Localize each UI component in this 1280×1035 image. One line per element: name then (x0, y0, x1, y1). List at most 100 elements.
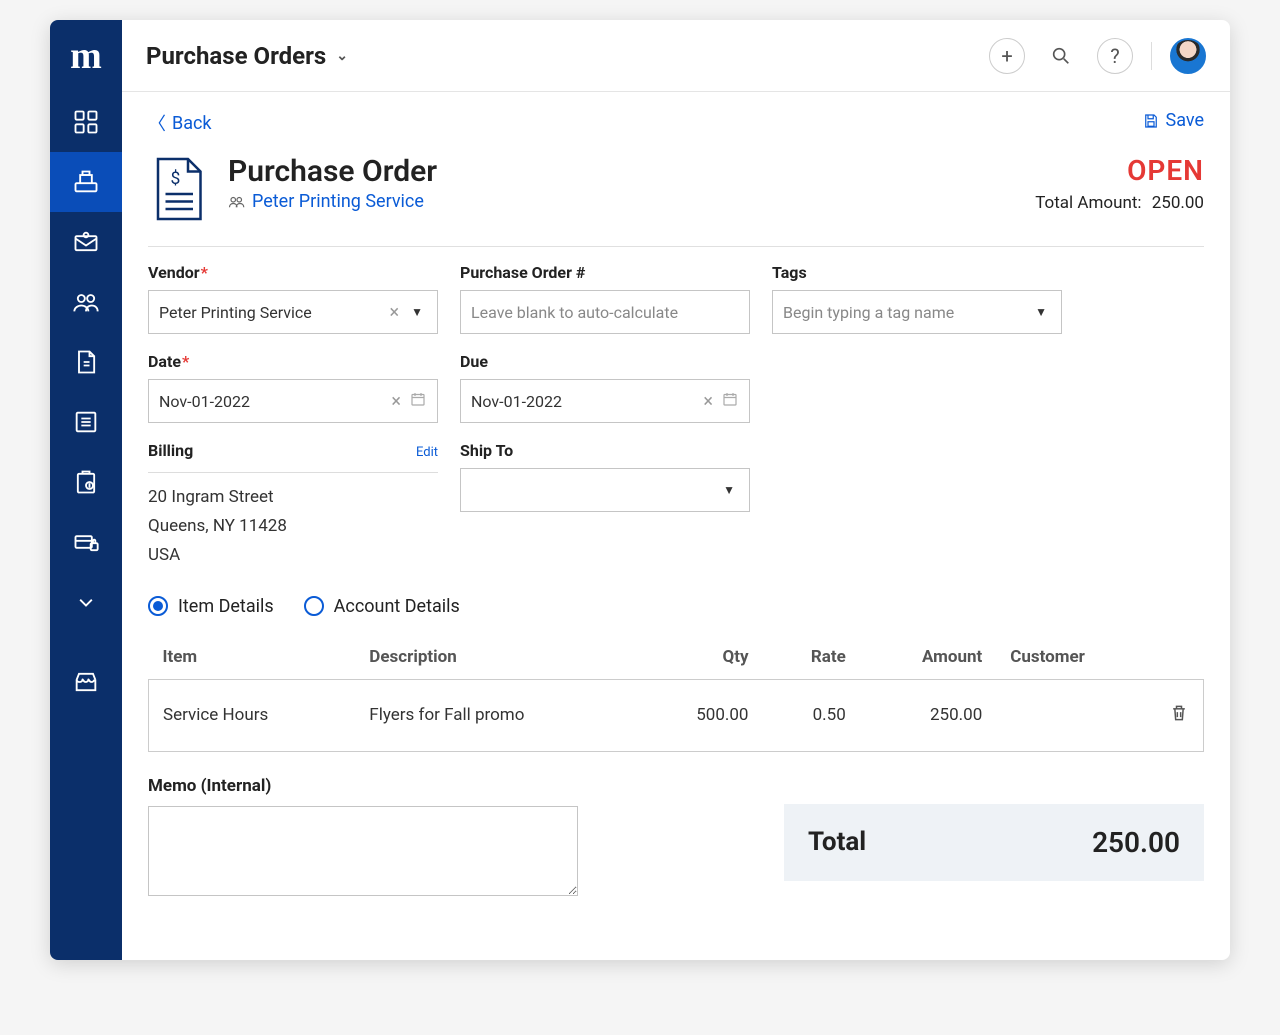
header-total-label: Total Amount: (1035, 193, 1141, 213)
store-icon (72, 668, 100, 696)
date-label: Date (148, 352, 438, 371)
topbar-title-text: Purchase Orders (146, 42, 326, 70)
sidebar-reports[interactable] (50, 392, 122, 452)
vendor-select[interactable]: Peter Printing Service × ▼ (148, 290, 438, 334)
people-small-icon (228, 195, 246, 209)
tab-item-details-label: Item Details (178, 596, 274, 617)
col-qty: Qty (638, 635, 762, 680)
chevron-down-icon: ⌄ (336, 48, 348, 64)
col-rate: Rate (763, 635, 860, 680)
billing-label-text: Billing (148, 441, 193, 460)
clipboard-money-icon (72, 468, 100, 496)
page-selector[interactable]: Purchase Orders ⌄ (146, 42, 348, 70)
user-avatar[interactable] (1170, 38, 1206, 74)
sidebar-sales[interactable] (50, 152, 122, 212)
clear-icon[interactable]: × (382, 302, 408, 323)
caret-down-icon[interactable]: ▼ (719, 483, 739, 497)
document-money-icon (72, 348, 100, 376)
caret-down-icon[interactable]: ▼ (1031, 305, 1051, 319)
tags-input[interactable]: Begin typing a tag name ▼ (772, 290, 1062, 334)
sidebar-card-lock[interactable] (50, 512, 122, 572)
svg-text:$: $ (171, 168, 181, 189)
calendar-icon[interactable] (409, 390, 427, 412)
radio-dot-icon (148, 596, 168, 616)
envelope-money-icon (72, 228, 100, 256)
sidebar-clipboard[interactable] (50, 452, 122, 512)
header-total: Total Amount: 250.00 (1035, 193, 1204, 213)
header-total-value: 250.00 (1152, 193, 1204, 213)
tab-account-details[interactable]: Account Details (304, 596, 460, 617)
billing-line2: Queens, NY 11428 (148, 512, 438, 541)
vendor-link[interactable]: Peter Printing Service (228, 191, 437, 212)
due-input[interactable]: Nov-01-2022 × (460, 379, 750, 423)
memo-input[interactable] (148, 806, 578, 896)
sidebar-expand[interactable] (50, 572, 122, 632)
tab-account-details-label: Account Details (334, 596, 460, 617)
divider (1151, 42, 1152, 70)
table-row[interactable]: Service Hours Flyers for Fall promo 500.… (149, 679, 1204, 751)
add-button[interactable]: + (989, 38, 1025, 74)
search-icon (1050, 45, 1072, 67)
delete-row-button[interactable] (1169, 709, 1189, 729)
cell-amount: 250.00 (860, 679, 996, 751)
total-value: 250.00 (1092, 826, 1180, 859)
caret-down-icon[interactable]: ▼ (407, 305, 427, 319)
document-icon: $ (148, 154, 208, 228)
billing-line1: 20 Ingram Street (148, 483, 438, 512)
total-label: Total (808, 827, 866, 857)
chevron-left-icon: 〈 (148, 110, 166, 136)
col-customer: Customer (996, 635, 1155, 680)
tags-placeholder: Begin typing a tag name (783, 303, 1031, 322)
sidebar-invoices[interactable] (50, 212, 122, 272)
cell-qty: 500.00 (638, 679, 762, 751)
trash-icon (1169, 702, 1189, 724)
grid-icon (72, 108, 100, 136)
po-number-input[interactable]: Leave blank to auto-calculate (460, 290, 750, 334)
status-badge: OPEN (1035, 154, 1204, 187)
tab-item-details[interactable]: Item Details (148, 596, 274, 617)
question-icon: ? (1110, 44, 1119, 68)
vendor-label: Vendor (148, 263, 438, 282)
col-amount: Amount (860, 635, 996, 680)
date-value: Nov-01-2022 (159, 392, 383, 411)
cell-rate: 0.50 (763, 679, 860, 751)
col-item: Item (149, 635, 356, 680)
shipto-select[interactable]: ▼ (460, 468, 750, 512)
back-link[interactable]: 〈 Back (148, 110, 212, 136)
vendor-link-text: Peter Printing Service (252, 191, 424, 212)
sidebar-store[interactable] (50, 652, 122, 712)
due-label: Due (460, 352, 750, 371)
save-button[interactable]: Save (1142, 110, 1205, 131)
shipto-label: Ship To (460, 441, 750, 460)
left-sidebar: m (50, 20, 122, 960)
billing-address: 20 Ingram Street Queens, NY 11428 USA (148, 483, 438, 570)
help-button[interactable]: ? (1097, 38, 1133, 74)
tags-label: Tags (772, 263, 1062, 282)
billing-label: Billing Edit (148, 441, 438, 460)
radio-dot-icon (304, 596, 324, 616)
save-icon (1142, 112, 1160, 130)
billing-edit-link[interactable]: Edit (416, 445, 438, 460)
date-input[interactable]: Nov-01-2022 × (148, 379, 438, 423)
memo-label: Memo (Internal) (148, 776, 578, 796)
list-icon (72, 408, 100, 436)
billing-line3: USA (148, 541, 438, 570)
sidebar-dashboard[interactable] (50, 92, 122, 152)
line-items-table: Item Description Qty Rate Amount Custome… (148, 635, 1204, 752)
sidebar-documents[interactable] (50, 332, 122, 392)
po-number-placeholder: Leave blank to auto-calculate (471, 303, 739, 322)
back-label: Back (172, 113, 212, 134)
sidebar-contacts[interactable] (50, 272, 122, 332)
due-value: Nov-01-2022 (471, 392, 695, 411)
po-number-label: Purchase Order # (460, 263, 750, 282)
search-button[interactable] (1043, 38, 1079, 74)
clear-icon[interactable]: × (383, 391, 409, 412)
clear-icon[interactable]: × (695, 391, 721, 412)
save-label: Save (1166, 110, 1205, 131)
topbar: Purchase Orders ⌄ + ? (122, 20, 1230, 92)
cell-customer (996, 679, 1155, 751)
calendar-icon[interactable] (721, 390, 739, 412)
app-logo: m (50, 20, 122, 92)
cell-item: Service Hours (149, 679, 356, 751)
plus-icon: + (1001, 44, 1012, 68)
